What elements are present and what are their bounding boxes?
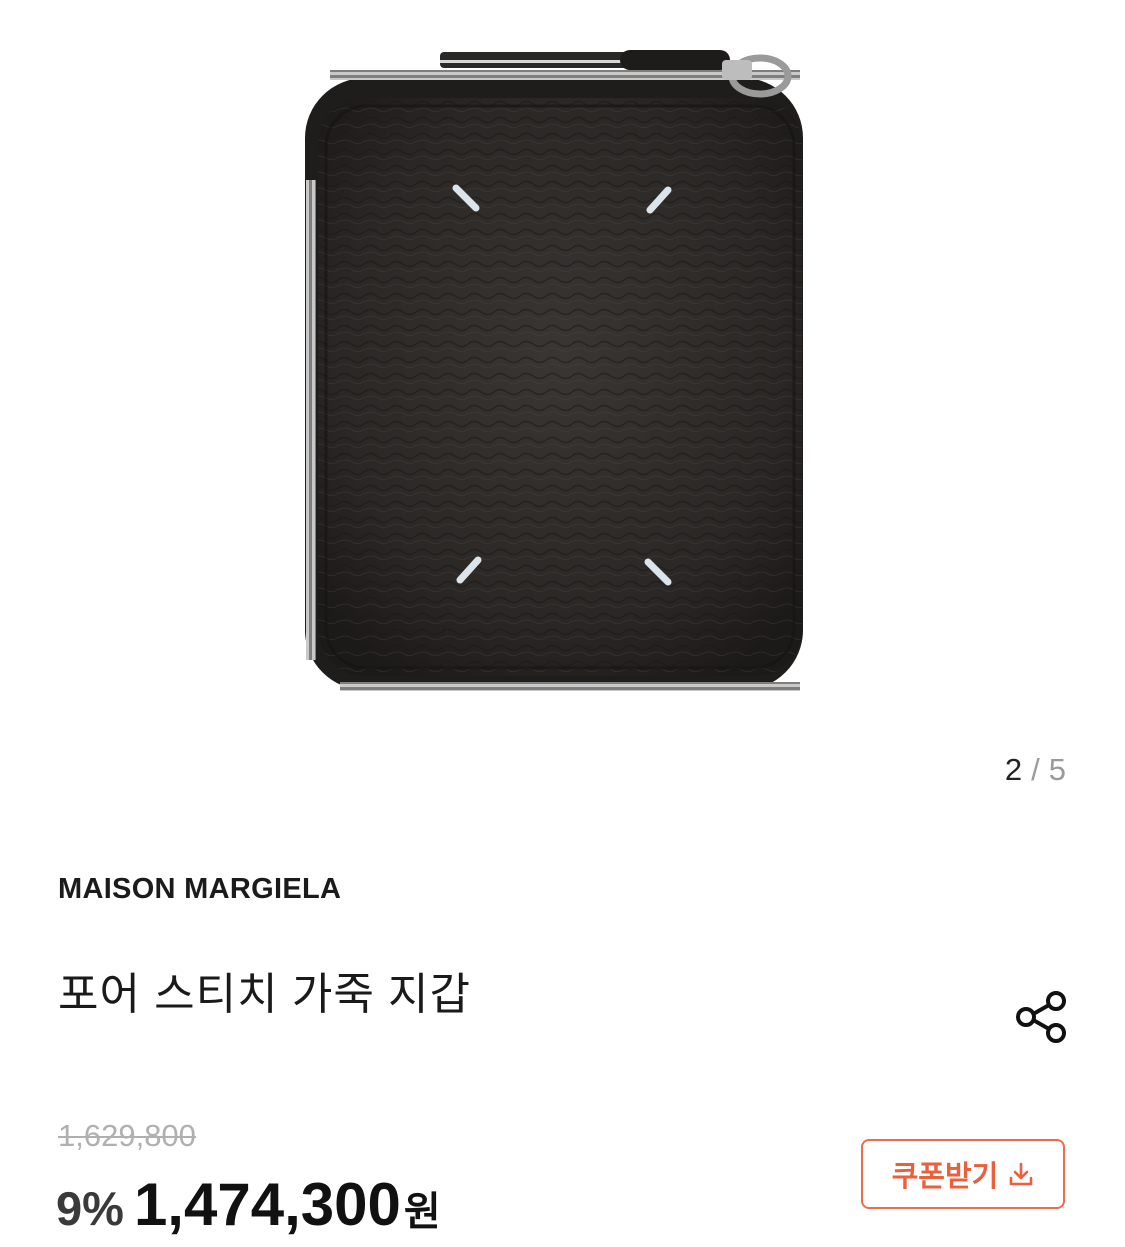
product-image-gallery[interactable]: 2/5 bbox=[0, 0, 1125, 820]
share-icon bbox=[1016, 991, 1066, 1043]
product-title: 포어 스티치 가죽 지갑 bbox=[58, 970, 471, 1019]
currency-unit: 원 bbox=[403, 1190, 441, 1234]
image-counter-separator: / bbox=[1031, 752, 1041, 787]
original-price: 1,629,800 bbox=[58, 1118, 196, 1153]
price-row: 9% 1,474,300 원 bbox=[56, 1170, 441, 1240]
image-counter-current: 2 bbox=[1004, 752, 1024, 787]
image-counter: 2/5 bbox=[1005, 752, 1067, 788]
sale-price: 1,474,300 bbox=[133, 1171, 401, 1238]
discount-rate: 9% bbox=[56, 1182, 124, 1235]
brand-name[interactable]: MAISON MARGIELA bbox=[58, 873, 341, 906]
image-counter-total: 5 bbox=[1048, 752, 1067, 787]
coupon-button-label: 쿠폰받기 bbox=[891, 1161, 999, 1193]
download-icon bbox=[1010, 1162, 1033, 1186]
product-image[interactable] bbox=[0, 0, 1125, 720]
share-button[interactable] bbox=[1010, 985, 1074, 1049]
coupon-download-button[interactable]: 쿠폰받기 bbox=[861, 1139, 1065, 1209]
